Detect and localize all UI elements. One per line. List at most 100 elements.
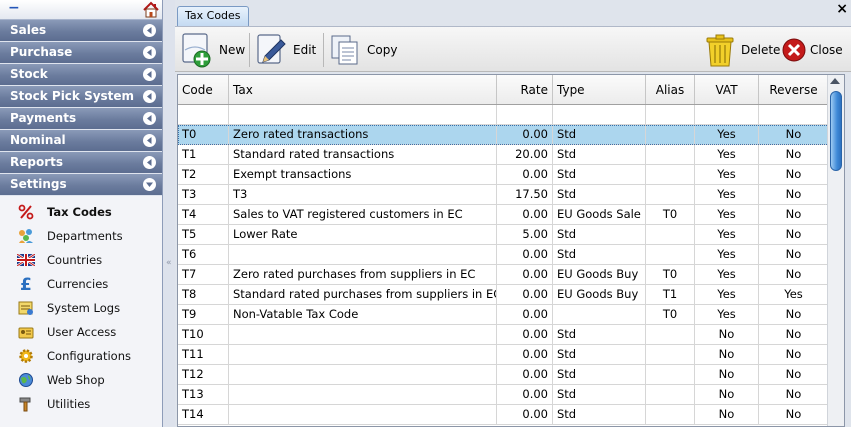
cell-code: T7 [178,265,229,284]
cell-vat: Yes [695,205,759,224]
table-row[interactable]: T2 Exempt transactions 0.00 Std Yes No [178,165,829,185]
chevron-left-icon[interactable] [143,24,156,37]
column-header-type[interactable]: Type [553,75,646,104]
close-button[interactable]: Close [781,27,843,73]
table-row[interactable]: T1 Standard rated transactions 20.00 Std Yes… [178,145,829,165]
sidebar-group-stock[interactable]: Stock [0,64,162,86]
edit-button[interactable]: Edit [255,27,316,73]
scroll-up-arrow-icon[interactable] [830,78,840,84]
sidebar-item-configurations[interactable]: Configurations [0,344,162,368]
cell-reverse: No [759,165,829,184]
sidebar-group-payments[interactable]: Payments [0,108,162,130]
tab-tax-codes[interactable]: Tax Codes [177,6,249,26]
filter-cell[interactable] [553,105,646,124]
sidebar-group-stock-pick-system[interactable]: Stock Pick System [0,86,162,108]
cell-reverse: Yes [759,285,829,304]
sidebar-item-user-access[interactable]: User Access [0,320,162,344]
column-header-alias[interactable]: Alias [646,75,695,104]
sidebar-group-label: Stock Pick System [10,89,135,103]
sidebar-item-currencies[interactable]: £ Currencies [0,272,162,296]
sidebar-item-web-shop[interactable]: Web Shop [0,368,162,392]
cell-reverse: No [759,205,829,224]
cell-vat: No [695,365,759,384]
delete-button-label: Delete [741,43,781,57]
cell-alias [646,125,695,144]
filter-cell[interactable] [497,105,553,124]
delete-button[interactable]: Delete [703,27,780,73]
chevron-left-icon[interactable] [143,134,156,147]
cell-reverse: No [759,245,829,264]
hammer-icon [17,395,35,413]
cell-vat: No [695,345,759,364]
cell-rate: 0.00 [497,345,553,364]
cell-vat: No [695,405,759,424]
chevron-left-icon[interactable] [143,46,156,59]
cell-alias [646,405,695,424]
cell-code: T6 [178,245,229,264]
cell-rate: 0.00 [497,285,553,304]
cell-reverse: No [759,405,829,424]
filter-cell[interactable] [229,105,497,124]
filter-cell[interactable] [695,105,759,124]
filter-cell[interactable] [178,105,229,124]
sidebar-item-utilities[interactable]: Utilities [0,392,162,416]
cell-vat: Yes [695,245,759,264]
cell-type: EU Goods Buy [553,265,646,284]
table-row[interactable]: T4 Sales to VAT registered customers in E… [178,205,829,225]
scrollbar-thumb[interactable] [830,91,842,171]
departments-icon [17,227,35,245]
sidebar-group-reports[interactable]: Reports [0,152,162,174]
table-row[interactable]: T13 0.00 Std No No [178,385,829,405]
table-row[interactable]: T7 Zero rated purchases from suppliers in… [178,265,829,285]
sidebar-item-tax-codes[interactable]: Tax Codes [0,200,162,224]
copy-button[interactable]: Copy [329,27,397,73]
chevron-left-icon[interactable] [143,112,156,125]
column-header-reverse[interactable]: Reverse [759,75,829,104]
sidebar-item-countries[interactable]: Countries [0,248,162,272]
collapse-all-button[interactable]: − [8,1,20,15]
table-row[interactable]: T6 0.00 Std Yes No [178,245,829,265]
sidebar-group-settings[interactable]: Settings [0,174,162,196]
chevron-left-icon[interactable] [143,68,156,81]
sidebar-item-departments[interactable]: Departments [0,224,162,248]
column-header-vat[interactable]: VAT [695,75,759,104]
edit-button-label: Edit [293,43,317,57]
filter-cell[interactable] [646,105,695,124]
table-row[interactable]: T9 Non-Vatable Tax Code 0.00 T0 Yes No [178,305,829,325]
globe-icon [17,371,35,389]
sidebar-group-nominal[interactable]: Nominal [0,130,162,152]
table-row[interactable]: T5 Lower Rate 5.00 Std Yes No [178,225,829,245]
sidebar-group-purchase[interactable]: Purchase [0,42,162,64]
cell-alias [646,225,695,244]
home-icon[interactable] [142,1,160,19]
chevron-left-icon[interactable] [143,90,156,103]
cell-type: EU Goods Sale [553,205,646,224]
column-header-code[interactable]: Code [178,75,229,104]
column-header-rate[interactable]: Rate [497,75,553,104]
column-header-tax[interactable]: Tax [229,75,497,104]
chevron-left-icon[interactable] [143,156,156,169]
trash-can-icon [703,32,737,68]
sidebar-item-system-logs[interactable]: System Logs [0,296,162,320]
table-row[interactable]: T10 0.00 Std No No [178,325,829,345]
vertical-scrollbar[interactable] [827,75,844,426]
table-row[interactable]: T12 0.00 Std No No [178,365,829,385]
cell-alias [646,385,695,404]
chevron-down-icon[interactable] [143,178,156,191]
filter-row[interactable] [178,105,829,125]
cell-tax: Standard rated transactions [229,145,497,164]
sidebar-splitter[interactable]: « [163,0,175,427]
new-button[interactable]: New [181,27,245,73]
table-row[interactable]: T11 0.00 Std No No [178,345,829,365]
cell-code: T5 [178,225,229,244]
filter-cell[interactable] [759,105,829,124]
table-row[interactable]: T0 Zero rated transactions 0.00 Std Yes No [178,125,829,145]
cell-code: T13 [178,385,229,404]
table-row[interactable]: T14 0.00 Std No No [178,405,829,425]
sidebar-group-sales[interactable]: Sales [0,20,162,42]
close-tab-icon[interactable]: × [836,2,848,16]
table-row[interactable]: T3 T3 17.50 Std Yes No [178,185,829,205]
cell-rate: 0.00 [497,385,553,404]
new-document-icon [181,32,215,68]
table-row[interactable]: T8 Standard rated purchases from supplier… [178,285,829,305]
